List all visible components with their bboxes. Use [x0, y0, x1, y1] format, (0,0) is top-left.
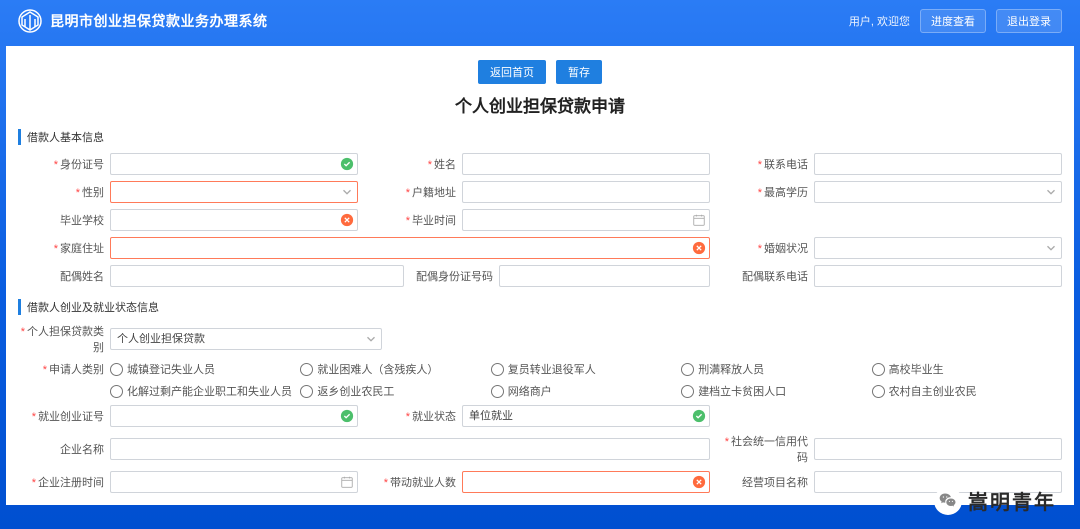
- label-proj-name: 经营项目名称: [722, 474, 808, 490]
- usci-input[interactable]: [814, 438, 1062, 460]
- label-home-addr: 家庭住址: [18, 240, 104, 256]
- label-marriage: 婚姻状况: [722, 240, 808, 256]
- app-title: 昆明市创业担保贷款业务办理系统: [50, 11, 268, 31]
- label-headcount: 带动就业人数: [370, 474, 456, 490]
- label-reg-time: 企业注册时间: [18, 474, 104, 490]
- radio-option[interactable]: 返乡创业农民工: [300, 383, 490, 399]
- label-usci: 社会统一信用代码: [722, 433, 808, 465]
- watermark: 嵩明青年: [934, 486, 1056, 515]
- home-addr-input[interactable]: [110, 237, 710, 259]
- radio-option[interactable]: 刑满释放人员: [681, 361, 871, 377]
- radio-option[interactable]: 化解过剩产能企业职工和失业人员: [110, 383, 300, 399]
- reg-time-input[interactable]: [110, 471, 358, 493]
- app-logo-icon: [18, 9, 42, 33]
- emp-status-select[interactable]: 单位就业: [462, 405, 710, 427]
- grad-time-input[interactable]: [462, 209, 710, 231]
- school-input[interactable]: [110, 209, 358, 231]
- draft-save-button[interactable]: 暂存: [556, 60, 602, 84]
- radio-option[interactable]: 就业困难人（含残疾人）: [300, 361, 490, 377]
- label-loan-type: 个人担保贷款类别: [18, 323, 104, 355]
- id-no-input[interactable]: [110, 153, 358, 175]
- radio-option[interactable]: 复员转业退役军人: [491, 361, 681, 377]
- radio-option[interactable]: 高校毕业生: [872, 361, 1062, 377]
- hukou-input[interactable]: [462, 181, 710, 203]
- marriage-select[interactable]: [814, 237, 1062, 259]
- label-name: 姓名: [370, 156, 456, 172]
- label-gender: 性别: [18, 184, 104, 200]
- label-id-no: 身份证号: [18, 156, 104, 172]
- progress-button[interactable]: 进度查看: [920, 9, 986, 33]
- label-biz-cert: 就业创业证号: [18, 408, 104, 424]
- label-school: 毕业学校: [18, 212, 104, 228]
- label-phone: 联系电话: [722, 156, 808, 172]
- label-spouse-phone: 配偶联系电话: [722, 268, 808, 284]
- spouse-name-input[interactable]: [110, 265, 404, 287]
- company-input[interactable]: [110, 438, 710, 460]
- phone-input[interactable]: [814, 153, 1062, 175]
- wechat-icon: [934, 487, 962, 515]
- label-edu: 最高学历: [722, 184, 808, 200]
- edu-select[interactable]: [814, 181, 1062, 203]
- spouse-id-input[interactable]: [499, 265, 710, 287]
- welcome-text: 用户, 欢迎您: [849, 13, 910, 29]
- radio-option[interactable]: 网络商户: [491, 383, 681, 399]
- biz-cert-input[interactable]: [110, 405, 358, 427]
- headcount-input[interactable]: [462, 471, 710, 493]
- label-spouse-id: 配偶身份证号码: [416, 268, 493, 284]
- section-biz-info: 借款人创业及就业状态信息: [18, 299, 1062, 315]
- label-company: 企业名称: [18, 441, 104, 457]
- label-grad-time: 毕业时间: [370, 212, 456, 228]
- logout-button[interactable]: 退出登录: [996, 9, 1062, 33]
- label-hukou: 户籍地址: [370, 184, 456, 200]
- label-applicant-cat: 申请人类别: [18, 361, 104, 377]
- label-emp-status: 就业状态: [370, 408, 456, 424]
- label-spouse-name: 配偶姓名: [18, 268, 104, 284]
- gender-select[interactable]: [110, 181, 358, 203]
- spouse-phone-input[interactable]: [814, 265, 1062, 287]
- loan-type-select[interactable]: 个人创业担保贷款: [110, 328, 382, 350]
- radio-option[interactable]: 城镇登记失业人员: [110, 361, 300, 377]
- name-input[interactable]: [462, 153, 710, 175]
- back-home-button[interactable]: 返回首页: [478, 60, 546, 84]
- radio-option[interactable]: 农村自主创业农民: [872, 383, 1062, 399]
- radio-option[interactable]: 建档立卡贫困人口: [681, 383, 871, 399]
- section-basic-info: 借款人基本信息: [18, 129, 1062, 145]
- page-title: 个人创业担保贷款申请: [18, 92, 1062, 117]
